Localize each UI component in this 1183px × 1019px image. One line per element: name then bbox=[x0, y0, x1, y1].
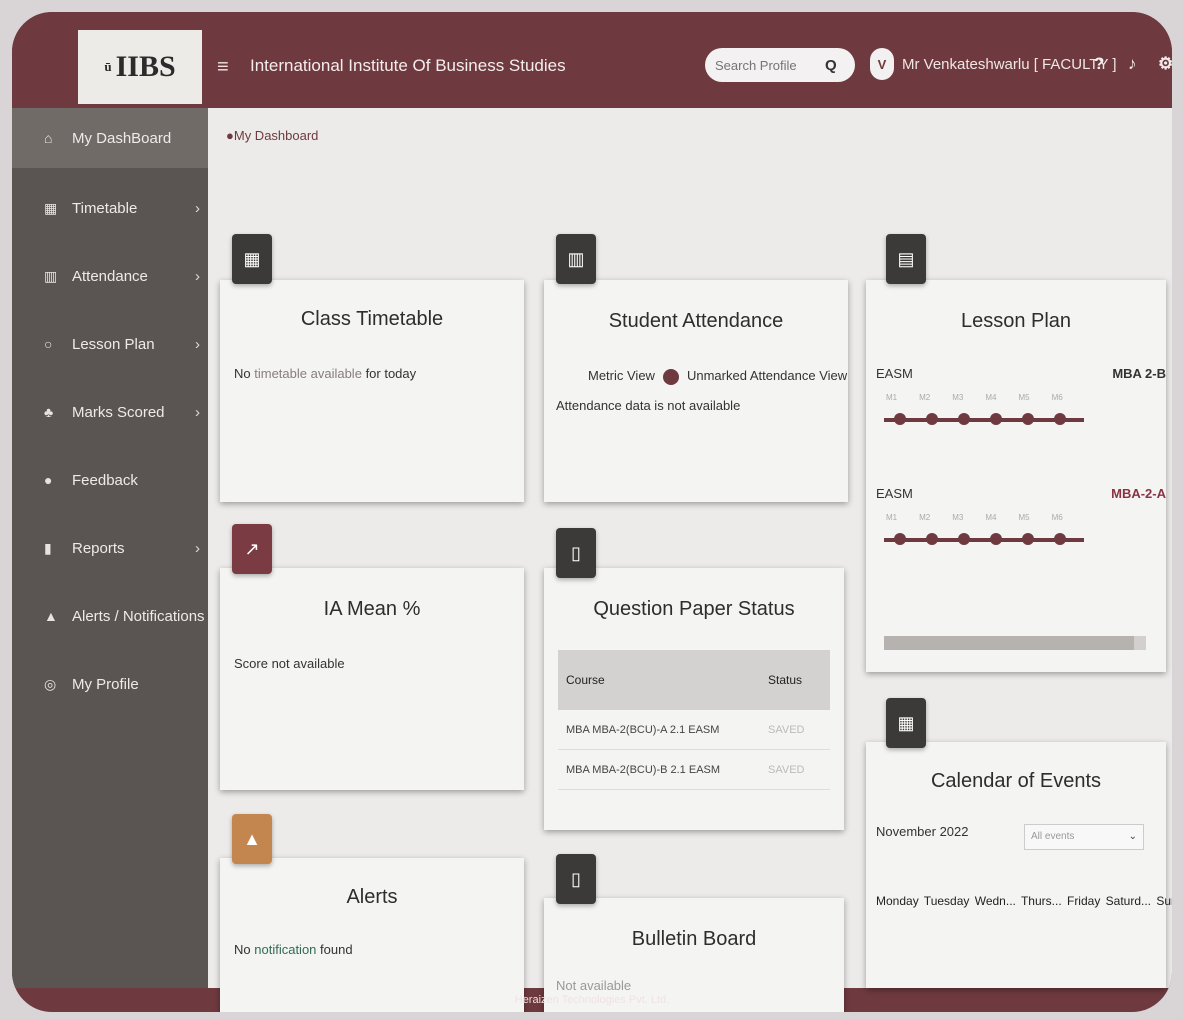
lesson-plan-card: Lesson Plan EASM MBA 2-B M1 M2 M3 M4 M5 M6 EAS… bbox=[866, 280, 1166, 672]
sidebar-item-marks-scored[interactable]: ♣ Marks Scored › bbox=[12, 382, 208, 442]
question-paper-card: Question Paper Status Course Status MBA … bbox=[544, 568, 844, 830]
app-window: ū IIBS ≡ International Institute Of Busin… bbox=[12, 12, 1172, 1012]
logo[interactable]: ū IIBS bbox=[78, 30, 202, 104]
main-content: ●My Dashboard Class Timetable No timetab… bbox=[208, 108, 1172, 1012]
attendance-view-toggle[interactable]: Metric View Unmarked Attendance View bbox=[588, 368, 847, 385]
top-navbar: ū IIBS ≡ International Institute Of Busin… bbox=[12, 12, 1172, 108]
events-filter-select[interactable]: All events ⌄ bbox=[1024, 824, 1144, 850]
search-icon[interactable]: Q bbox=[825, 57, 837, 74]
user-name[interactable]: Mr Venkateshwarlu [ FACULTY ] bbox=[902, 56, 1117, 73]
home-icon: ⌂ bbox=[44, 130, 53, 146]
sidebar-item-my-profile[interactable]: ◎ My Profile bbox=[12, 654, 208, 714]
lesson-book-icon: ▤ bbox=[886, 234, 926, 284]
calendar-card: Calendar of Events November 2022 All eve… bbox=[866, 742, 1172, 988]
file-text-icon: ▯ bbox=[556, 854, 596, 904]
circle-icon: ○ bbox=[44, 336, 53, 352]
lesson-steps: M1 M2 M3 M4 M5 M6 bbox=[886, 393, 1063, 402]
table-row[interactable]: MBA MBA-2(BCU)-A 2.1 EASM SAVED bbox=[558, 710, 830, 750]
footer: Heraizen Technologies Pvt. Ltd. bbox=[514, 994, 670, 1006]
class-timetable-card: Class Timetable No timetable available f… bbox=[220, 280, 524, 502]
home-icon: ● bbox=[226, 128, 234, 143]
chevron-down-icon: ⌄ bbox=[1128, 831, 1137, 842]
card-title: IA Mean % bbox=[323, 598, 421, 620]
hamburger-menu-icon[interactable]: ≡ bbox=[217, 56, 229, 79]
sidebar-item-timetable[interactable]: ▦ Timetable › bbox=[12, 178, 208, 238]
scrollbar-thumb[interactable] bbox=[884, 636, 1134, 650]
question-icon: ● bbox=[44, 472, 53, 488]
bell-icon: ▲ bbox=[44, 608, 58, 624]
progress-track bbox=[884, 533, 1084, 545]
sidebar: ⌂ My DashBoard ▦ Timetable › ▥ Attendance › ○… bbox=[12, 108, 208, 988]
sidebar-item-alerts[interactable]: ▲ Alerts / Notifications bbox=[12, 586, 208, 646]
bar-chart-icon: ▥ bbox=[556, 234, 596, 284]
toggle-switch[interactable] bbox=[662, 368, 679, 385]
lesson-row[interactable]: EASM MBA-2-A M1 M2 M3 M4 M5 M6 bbox=[876, 486, 1166, 545]
gear-icon[interactable]: ⚙ bbox=[1158, 54, 1172, 74]
bell-icon: ▲ bbox=[232, 814, 272, 864]
bell-icon[interactable]: ♪ bbox=[1128, 54, 1137, 74]
ia-mean-card: IA Mean % Score not available bbox=[220, 568, 524, 790]
chevron-right-icon: › bbox=[195, 199, 200, 217]
search-box: Q bbox=[705, 48, 855, 82]
calendar-events-icon: ▦ bbox=[886, 698, 926, 748]
chevron-right-icon: › bbox=[195, 267, 200, 285]
file-icon: ▮ bbox=[44, 539, 52, 556]
line-chart-icon: ↗ bbox=[232, 524, 272, 574]
card-title: Lesson Plan bbox=[960, 310, 1072, 332]
progress-track bbox=[884, 413, 1084, 425]
student-attendance-card: Student Attendance Metric View Unmarked A… bbox=[544, 280, 848, 502]
lesson-row[interactable]: EASM MBA 2-B M1 M2 M3 M4 M5 M6 bbox=[876, 366, 1166, 425]
card-title: Calendar of Events bbox=[930, 770, 1102, 792]
help-icon[interactable]: ? bbox=[1094, 54, 1104, 74]
chart-icon: ▥ bbox=[44, 267, 58, 284]
document-icon: ▯ bbox=[556, 528, 596, 578]
card-title: Question Paper Status bbox=[593, 598, 795, 620]
table-row[interactable]: MBA MBA-2(BCU)-B 2.1 EASM SAVED bbox=[558, 750, 830, 790]
app-title: International Institute Of Business Stud… bbox=[250, 56, 566, 75]
sidebar-item-reports[interactable]: ▮ Reports › bbox=[12, 518, 208, 578]
sidebar-item-dashboard[interactable]: ⌂ My DashBoard bbox=[12, 108, 208, 168]
avatar[interactable]: V bbox=[870, 48, 894, 80]
card-message: Attendance data is not available bbox=[556, 398, 741, 413]
search-input[interactable] bbox=[715, 57, 825, 73]
horizontal-scrollbar[interactable] bbox=[884, 636, 1146, 650]
grid-calendar-icon: ▦ bbox=[232, 234, 272, 284]
card-message: No timetable available for today bbox=[234, 366, 417, 381]
card-message: Score not available bbox=[234, 656, 345, 671]
calendar-weekdays: Monday Tuesday Wedn... Thurs... Friday S… bbox=[876, 894, 1172, 908]
card-title: Bulletin Board bbox=[631, 928, 757, 950]
sidebar-item-feedback[interactable]: ● Feedback bbox=[12, 450, 208, 510]
chevron-right-icon: › bbox=[195, 403, 200, 421]
sitemap-icon: ♣ bbox=[44, 404, 54, 420]
sidebar-item-attendance[interactable]: ▥ Attendance › bbox=[12, 246, 208, 306]
chevron-right-icon: › bbox=[195, 335, 200, 353]
user-icon: ◎ bbox=[44, 675, 57, 692]
question-paper-table: Course Status MBA MBA-2(BCU)-A 2.1 EASM … bbox=[558, 650, 830, 790]
sidebar-item-lesson-plan[interactable]: ○ Lesson Plan › bbox=[12, 314, 208, 374]
table-header: Course Status bbox=[558, 650, 830, 710]
card-title: Class Timetable bbox=[300, 308, 444, 330]
card-message: No notification found bbox=[234, 942, 353, 957]
card-title: Alerts bbox=[346, 886, 398, 908]
breadcrumb[interactable]: ●My Dashboard bbox=[226, 128, 318, 143]
chevron-right-icon: › bbox=[195, 539, 200, 557]
calendar-icon: ▦ bbox=[44, 199, 58, 216]
lesson-steps: M1 M2 M3 M4 M5 M6 bbox=[886, 513, 1063, 522]
card-title: Student Attendance bbox=[608, 310, 784, 332]
calendar-month: November 2022 bbox=[876, 824, 969, 839]
